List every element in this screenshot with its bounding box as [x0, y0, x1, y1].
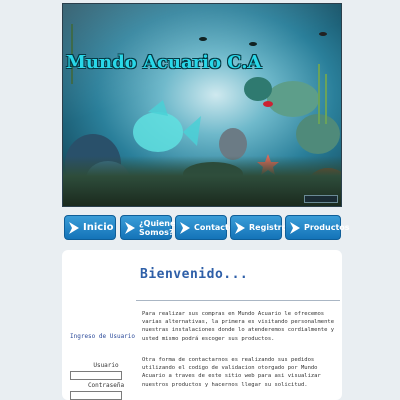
nav-registro-button[interactable]: Registro [230, 215, 287, 240]
site-title: Mundo Acuario C.A [66, 52, 262, 73]
nav-quienes-somos-button[interactable]: ¿Quienes Somos? [120, 215, 180, 240]
arrow-right-icon [235, 221, 245, 234]
username-input[interactable] [70, 371, 122, 380]
arrow-right-icon [290, 221, 300, 234]
divider [136, 300, 340, 301]
username-label: Usuario [93, 362, 119, 369]
page: Mundo Acuario C.A Inicio ¿Quienes Somos?… [62, 3, 350, 400]
nav-inicio-button[interactable]: Inicio [64, 215, 116, 240]
main-nav: Inicio ¿Quienes Somos? Contacto Registro… [64, 215, 350, 241]
content-panel: Bienvenido... Para realizar sus compras … [62, 250, 342, 400]
header-banner: Mundo Acuario C.A [62, 3, 342, 207]
password-input[interactable] [70, 391, 122, 400]
page-heading: Bienvenido... [140, 267, 249, 282]
nav-productos-button[interactable]: Productos [285, 215, 350, 240]
contact-paragraph: Otra forma de contactarnos es realizando… [142, 357, 321, 388]
login-title: Ingreso de Usuario [70, 333, 136, 340]
password-label: Contraseña [87, 382, 125, 389]
intro-paragraph: Para realizar sus compras en Mundo Acuar… [142, 311, 335, 342]
nav-contacto-button[interactable]: Contacto [175, 215, 234, 240]
arrow-right-icon [69, 221, 79, 234]
arrow-right-icon [180, 221, 190, 234]
banner-badge [304, 195, 338, 203]
arrow-right-icon [125, 221, 135, 234]
